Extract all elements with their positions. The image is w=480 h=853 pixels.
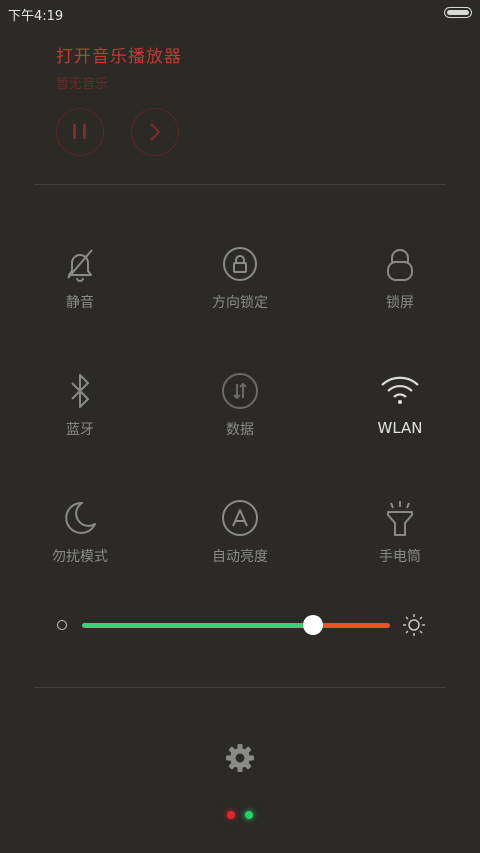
music-widget[interactable]: 打开音乐播放器 暂无音乐 <box>56 42 182 92</box>
bluetooth-icon <box>71 374 89 408</box>
toggle-lock-screen[interactable]: 锁屏 <box>330 244 470 334</box>
pause-button[interactable] <box>56 108 104 156</box>
toggle-flashlight[interactable]: 手电筒 <box>330 498 470 588</box>
toggle-do-not-disturb[interactable]: 勿扰模式 <box>10 498 150 588</box>
brightness-high-icon <box>403 614 425 636</box>
divider-top <box>34 184 446 185</box>
toggle-mute[interactable]: 静音 <box>10 244 150 334</box>
toggle-do-not-disturb-label: 勿扰模式 <box>52 549 108 565</box>
rotation-lock-icon <box>223 247 257 281</box>
wifi-icon <box>381 376 419 404</box>
toggle-lock-screen-label: 锁屏 <box>386 295 414 311</box>
chevron-right-icon <box>150 123 161 141</box>
toggle-rotation-lock-label: 方向锁定 <box>212 295 268 311</box>
pause-icon <box>73 124 86 139</box>
battery-icon <box>444 7 472 18</box>
toggle-mute-label: 静音 <box>66 295 94 311</box>
brightness-track-filled <box>82 623 313 628</box>
toggle-wlan-label: WLAN <box>377 419 423 437</box>
toggle-bluetooth-label: 蓝牙 <box>66 422 94 438</box>
divider-bottom <box>34 687 446 688</box>
toggle-mobile-data[interactable]: 数据 <box>170 371 310 461</box>
toggle-flashlight-label: 手电筒 <box>379 549 421 565</box>
toggle-mobile-data-label: 数据 <box>226 422 254 438</box>
toggle-bluetooth[interactable]: 蓝牙 <box>10 371 150 461</box>
toggle-wlan[interactable]: WLAN <box>330 371 470 461</box>
music-subtitle: 暂无音乐 <box>56 77 109 92</box>
toggle-auto-brightness[interactable]: 自动亮度 <box>170 498 310 588</box>
page-indicator-dot-2[interactable] <box>245 811 253 819</box>
gear-icon[interactable] <box>224 742 256 774</box>
toggle-rotation-lock[interactable]: 方向锁定 <box>170 244 310 334</box>
status-bar: 下午4:19 <box>0 0 480 26</box>
moon-icon <box>65 501 96 534</box>
next-button[interactable] <box>131 108 179 156</box>
lock-icon <box>387 249 413 281</box>
music-title[interactable]: 打开音乐播放器 <box>56 42 182 67</box>
status-time: 下午4:19 <box>8 9 64 24</box>
mobile-data-icon <box>222 373 258 409</box>
brightness-slider-thumb[interactable] <box>303 615 323 635</box>
page-indicator-dot-1[interactable] <box>227 811 235 819</box>
brightness-low-icon <box>57 620 67 630</box>
flashlight-icon <box>387 501 413 536</box>
brightness-track-empty <box>313 623 390 628</box>
brightness-slider[interactable] <box>52 610 432 640</box>
bell-off-icon <box>67 249 93 282</box>
auto-brightness-icon <box>222 500 258 536</box>
toggle-auto-brightness-label: 自动亮度 <box>212 549 268 565</box>
